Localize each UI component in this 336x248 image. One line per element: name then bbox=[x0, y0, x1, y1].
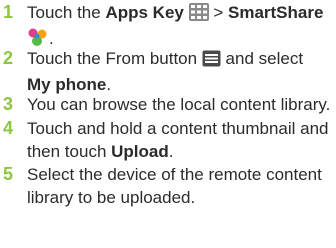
step-number: 4 bbox=[3, 118, 14, 138]
step-text: Select the device of the remote content … bbox=[27, 165, 322, 207]
step-text: You can browse the local content library… bbox=[27, 95, 331, 114]
step-number: 1 bbox=[3, 2, 14, 22]
smartshare-label: SmartShare bbox=[227, 3, 324, 22]
step-number: 3 bbox=[3, 94, 14, 114]
upload-label: Upload bbox=[111, 142, 169, 161]
apps-key-icon bbox=[188, 3, 209, 27]
step-text-part: Touch and hold a content thumbnail and t… bbox=[27, 119, 329, 161]
my-phone-label: My phone bbox=[27, 75, 107, 94]
apps-key-label: Apps Key bbox=[105, 3, 184, 22]
step-text-part: . bbox=[49, 29, 54, 48]
from-button-icon bbox=[202, 50, 221, 73]
step-text-part: and select bbox=[220, 49, 304, 68]
step-number: 2 bbox=[3, 48, 14, 68]
step-text-part: > bbox=[208, 3, 228, 22]
step-number: 5 bbox=[3, 164, 14, 184]
step-text: Touch the Apps Key > SmartShare . bbox=[27, 1, 332, 53]
instruction-steps: 1 Touch the Apps Key > SmartShare . 2 To… bbox=[0, 0, 336, 248]
step-text-part: Touch the bbox=[27, 3, 106, 22]
step-text-part: . bbox=[168, 142, 174, 161]
step-text-part: Touch the From button bbox=[27, 49, 202, 68]
step-text: Touch the From button and select My phon… bbox=[27, 47, 332, 96]
step-text-part: . bbox=[106, 75, 112, 94]
step-text: Touch and hold a content thumbnail and t… bbox=[27, 117, 332, 163]
